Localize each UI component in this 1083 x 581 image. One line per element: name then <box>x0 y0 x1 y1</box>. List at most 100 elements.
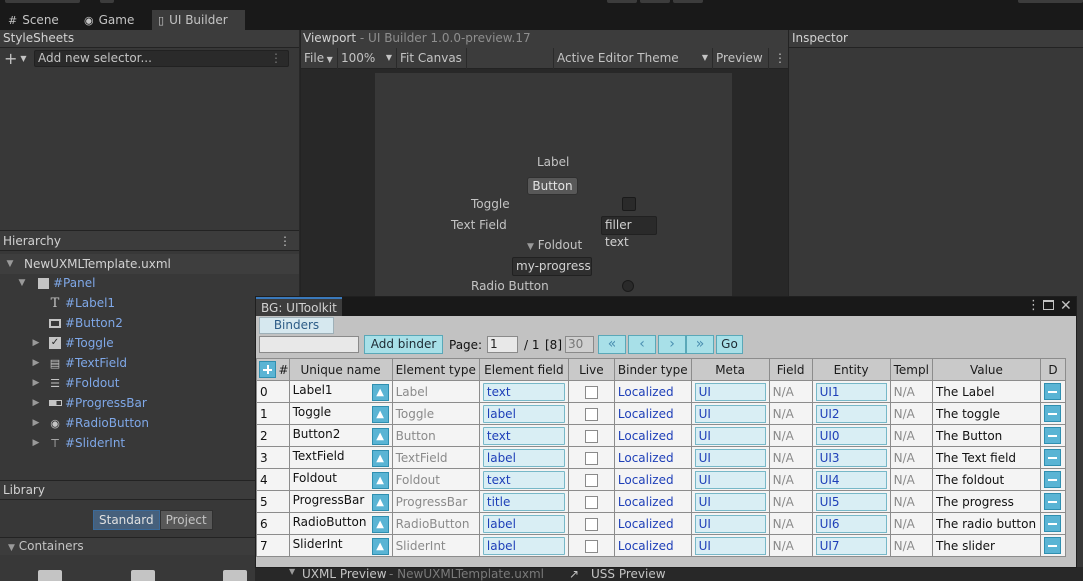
row-delete[interactable] <box>1039 468 1066 491</box>
canvas-label[interactable]: Label <box>537 155 569 169</box>
previous-page-icon[interactable]: ‹ <box>628 335 656 354</box>
entity-selector[interactable]: UI3 <box>815 448 887 467</box>
row-delete[interactable] <box>1039 512 1066 535</box>
row-binder-type[interactable]: Localized <box>613 380 692 403</box>
bg-window-tab[interactable]: BG: UIToolkit <box>256 297 342 316</box>
element-field-dropdown[interactable]: text <box>482 426 565 445</box>
expand-arrow-icon[interactable]: ▶ <box>30 398 42 408</box>
row-meta[interactable]: UI <box>690 446 770 469</box>
row-live[interactable] <box>567 512 615 535</box>
row-delete[interactable] <box>1039 380 1066 403</box>
entity-selector[interactable]: UI2 <box>815 404 887 423</box>
meta-selector[interactable]: UI <box>694 514 766 533</box>
meta-selector[interactable]: UI <box>694 404 766 423</box>
tab-ui-builder[interactable]: ▯ UI Builder <box>152 10 245 30</box>
table-row[interactable]: 1 Toggle ▲ Toggle label Localized UI N/A UI2 N/A T… <box>256 402 1066 425</box>
row-element-field[interactable]: label <box>478 512 569 535</box>
row-meta[interactable]: UI <box>690 424 770 447</box>
zoom-dropdown[interactable]: 100% ▼ <box>338 48 397 69</box>
element-field-dropdown[interactable]: label <box>482 404 565 423</box>
row-entity[interactable]: UI5 <box>811 490 891 513</box>
entity-selector[interactable]: UI0 <box>815 426 887 445</box>
top-strip-button[interactable] <box>640 0 670 3</box>
row-live[interactable] <box>567 446 615 469</box>
select-element-icon[interactable]: ▲ <box>371 493 389 511</box>
delete-row-icon[interactable] <box>1044 537 1062 554</box>
delete-row-icon[interactable] <box>1044 471 1062 488</box>
row-element-field[interactable]: text <box>478 380 569 403</box>
element-field-dropdown[interactable]: label <box>482 514 565 533</box>
canvas-radio-button[interactable] <box>622 280 634 292</box>
element-field-dropdown[interactable]: label <box>482 448 565 467</box>
row-delete[interactable] <box>1039 424 1066 447</box>
file-menu-button[interactable]: File ▼ <box>301 48 338 69</box>
collapse-arrow-icon[interactable]: ▼ <box>289 567 295 576</box>
table-row[interactable]: 0 Label1 ▲ Label text Localized UI N/A UI1 N/A The… <box>256 380 1066 403</box>
live-checkbox[interactable] <box>584 385 598 399</box>
row-live[interactable] <box>567 534 615 557</box>
canvas-toggle-label[interactable]: Toggle <box>471 197 510 211</box>
col-header-entity[interactable]: Entity <box>811 358 891 381</box>
library-tab-standard[interactable]: Standard <box>93 510 160 530</box>
tab-game[interactable]: ◉ Game <box>78 10 140 30</box>
entity-selector[interactable]: UI1 <box>815 382 887 401</box>
expand-arrow-icon[interactable]: ▶ <box>30 378 42 388</box>
options-icon[interactable]: ⋮ <box>270 51 282 66</box>
row-element-field[interactable]: text <box>478 468 569 491</box>
row-live[interactable] <box>567 490 615 513</box>
row-meta[interactable]: UI <box>690 512 770 535</box>
col-header-element-type[interactable]: Element type <box>391 358 480 381</box>
add-binder-button[interactable]: Add binder <box>364 335 443 354</box>
add-selector-input[interactable]: Add new selector... ⋮ <box>34 49 289 67</box>
entity-selector[interactable]: UI4 <box>815 470 887 489</box>
row-live[interactable] <box>567 468 615 491</box>
row-entity[interactable]: UI6 <box>811 512 891 535</box>
delete-row-icon[interactable] <box>1044 515 1062 532</box>
top-strip-button[interactable] <box>673 0 703 3</box>
library-tab-project[interactable]: Project <box>159 510 213 530</box>
element-field-dropdown[interactable]: label <box>482 536 565 555</box>
row-binder-type[interactable]: Localized <box>613 512 692 535</box>
row-binder-type[interactable]: Localized <box>613 490 692 513</box>
table-row[interactable]: 4 Foldout ▲ Foldout text Localized UI N/A UI4 N/A… <box>256 468 1066 491</box>
element-field-dropdown[interactable]: text <box>482 470 565 489</box>
col-header-field[interactable]: Field <box>768 358 813 381</box>
expand-arrow-icon[interactable]: ▶ <box>30 338 42 348</box>
kebab-menu-icon[interactable]: ⋮ <box>1027 297 1040 316</box>
next-page-icon[interactable]: › <box>658 335 686 354</box>
live-checkbox[interactable] <box>584 451 598 465</box>
meta-selector[interactable]: UI <box>694 426 766 445</box>
top-strip-button[interactable] <box>100 0 114 3</box>
select-element-icon[interactable]: ▲ <box>371 471 389 489</box>
row-unique-name[interactable]: Button2 ▲ <box>288 424 393 447</box>
row-entity[interactable]: UI7 <box>811 534 891 557</box>
page-size-input[interactable]: 30 <box>565 336 594 353</box>
element-field-dropdown[interactable]: title <box>482 492 565 511</box>
col-header-meta[interactable]: Meta <box>690 358 770 381</box>
entity-selector[interactable]: UI7 <box>815 536 887 555</box>
row-delete[interactable] <box>1039 402 1066 425</box>
meta-selector[interactable]: UI <box>694 536 766 555</box>
row-delete[interactable] <box>1039 446 1066 469</box>
row-binder-type[interactable]: Localized <box>613 424 692 447</box>
row-delete[interactable] <box>1039 534 1066 557</box>
go-button[interactable]: Go <box>716 335 743 354</box>
row-unique-name[interactable]: Toggle ▲ <box>288 402 393 425</box>
row-entity[interactable]: UI3 <box>811 446 891 469</box>
row-element-field[interactable]: text <box>478 424 569 447</box>
top-strip-button[interactable] <box>607 0 637 3</box>
row-live[interactable] <box>567 380 615 403</box>
table-row[interactable]: 7 SliderInt ▲ SliderInt label Localized UI N/A U… <box>256 534 1066 557</box>
preview-button[interactable]: Preview <box>713 48 769 69</box>
row-unique-name[interactable]: ProgressBar ▲ <box>288 490 393 513</box>
row-meta[interactable]: UI <box>690 534 770 557</box>
expand-arrow-icon[interactable]: ▶ <box>30 358 42 368</box>
col-header-templ[interactable]: Templ <box>889 358 933 381</box>
hierarchy-root[interactable]: ▼ NewUXMLTemplate.uxml <box>0 254 299 274</box>
meta-selector[interactable]: UI <box>694 492 766 511</box>
live-checkbox[interactable] <box>584 495 598 509</box>
meta-selector[interactable]: UI <box>694 448 766 467</box>
expand-arrow-icon[interactable]: ▼ <box>16 278 28 288</box>
select-element-icon[interactable]: ▲ <box>371 427 389 445</box>
top-strip-button[interactable] <box>1018 0 1083 3</box>
